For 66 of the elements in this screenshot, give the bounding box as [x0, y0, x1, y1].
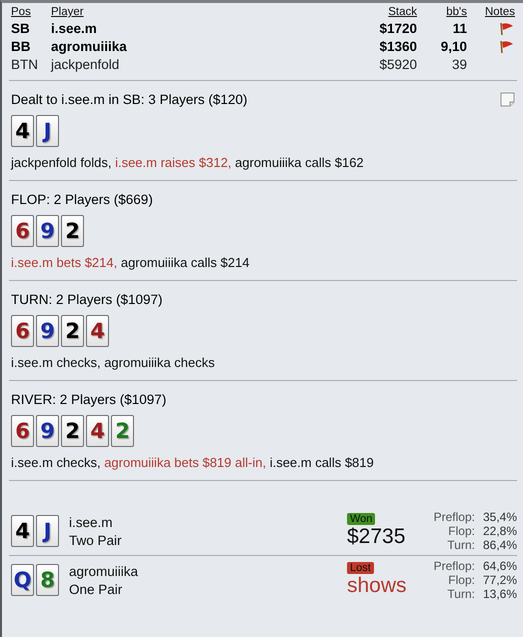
equity-value: 35,4% [482, 510, 517, 524]
equity-label: Turn: [446, 538, 475, 552]
equity-value: 86,4% [482, 538, 517, 552]
position-cell-text: BB [11, 39, 32, 54]
player-cell-text: jackpenfold [51, 57, 120, 72]
action-line: i.see.m checks, agromuiiika bets $819 all-in, i.see.m calls $819 [11, 455, 375, 470]
player-name: agromuiiika [69, 564, 140, 578]
bb-cell-text: 9,10 [440, 39, 467, 54]
playing-card: 9 [36, 215, 59, 247]
playing-card: 6 [11, 215, 34, 247]
street-heading: RIVER: 2 Players ($1097) [11, 392, 166, 407]
playing-card: J [36, 515, 59, 547]
equity-label: Turn: [446, 587, 475, 601]
bb-cell-text: 11 [452, 21, 467, 36]
equity-value: 13,6% [482, 587, 517, 601]
player-name: i.see.m [69, 514, 114, 530]
playing-card: 4 [86, 315, 109, 347]
street-heading: FLOP: 2 Players ($669) [11, 192, 153, 207]
equity-label: Preflop: [434, 510, 475, 524]
action-line: jackpenfold folds, i.see.m raises $312, agromuiiika calls $162 [11, 155, 365, 170]
playing-card: Q [11, 564, 34, 596]
equity-value: 64,6% [482, 559, 517, 573]
equity-label: Preflop: [434, 559, 475, 573]
result-badge: Lost [347, 562, 374, 574]
playing-card: 2 [61, 415, 84, 447]
playing-card: 4 [11, 515, 34, 547]
equity-value: 77,2% [482, 573, 517, 587]
playing-card: 2 [111, 415, 134, 447]
playing-card: 4 [11, 115, 34, 147]
result-amount: shows [347, 574, 407, 598]
playing-card: 6 [11, 415, 34, 447]
equity-label: Flop: [447, 524, 475, 538]
column-header[interactable]: Pos [11, 6, 51, 18]
equity-label: Flop: [447, 573, 475, 587]
flag-icon[interactable] [499, 40, 515, 54]
column-header[interactable]: Player [51, 6, 297, 18]
equity-value: 22,8% [482, 524, 517, 538]
hand-rank: Two Pair [69, 532, 123, 548]
bb-cell-text: 39 [450, 57, 467, 72]
player-cell-text: agromuiiika [51, 39, 128, 54]
playing-card: 2 [61, 315, 84, 347]
result-badge: Won [347, 513, 376, 525]
street-heading: Dealt to i.see.m in SB: 3 Players ($120) [11, 92, 248, 107]
position-cell-text: BTN [11, 57, 39, 72]
playing-card: 2 [61, 215, 84, 247]
action-line: i.see.m bets $214, agromuiiika calls $214 [11, 255, 250, 270]
note-icon[interactable] [500, 92, 515, 107]
playing-card: 4 [86, 415, 109, 447]
position-cell-text: SB [11, 21, 31, 36]
column-header[interactable]: bb's [417, 6, 467, 18]
street-heading: TURN: 2 Players ($1097) [11, 292, 163, 307]
flag-icon[interactable] [499, 22, 515, 36]
hand-rank: One Pair [69, 582, 124, 596]
stack-cell-text: $5920 [378, 57, 417, 72]
playing-card: 8 [36, 564, 59, 596]
stack-cell-text: $1720 [378, 21, 417, 36]
action-line: i.see.m checks, agromuiiika checks [11, 355, 216, 370]
column-header[interactable]: Stack [297, 6, 417, 18]
playing-card: 6 [11, 315, 34, 347]
result-amount: $2735 [347, 525, 406, 549]
column-header[interactable]: Notes [467, 6, 515, 18]
stack-cell-text: $1360 [378, 39, 417, 54]
playing-card: 9 [36, 415, 59, 447]
playing-card: 9 [36, 315, 59, 347]
playing-card: J [36, 115, 59, 147]
player-cell-text: i.see.m [51, 21, 98, 36]
